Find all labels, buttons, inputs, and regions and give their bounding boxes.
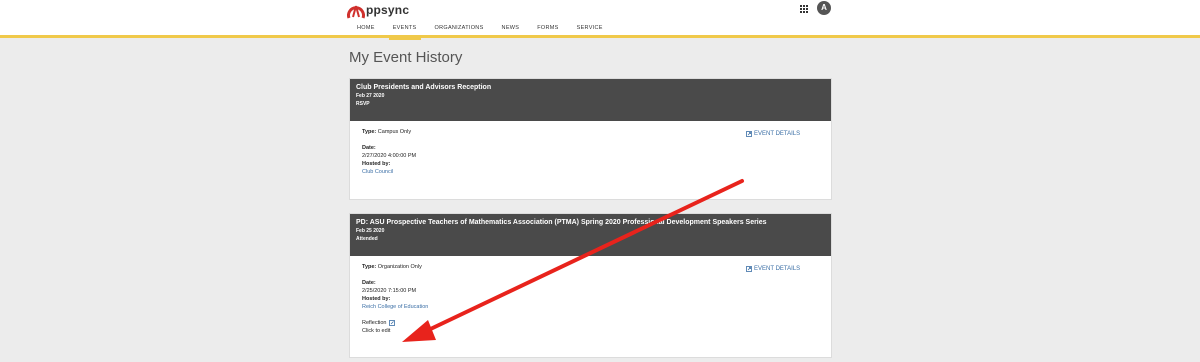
nav-news[interactable]: NEWS: [493, 21, 529, 35]
event-title[interactable]: PD: ASU Prospective Teachers of Mathemat…: [356, 218, 825, 227]
event-date-label: Date:: [362, 280, 376, 286]
reflection-edit-hint[interactable]: Click to edit: [362, 328, 819, 334]
app-logo[interactable]: ppsync: [347, 0, 409, 20]
event-type-value: Organization Only: [377, 264, 422, 270]
external-link-icon: [746, 131, 752, 137]
event-card-header: PD: ASU Prospective Teachers of Mathemat…: [350, 214, 831, 256]
user-avatar[interactable]: A: [817, 1, 831, 15]
event-host-link[interactable]: Club Council: [362, 169, 819, 175]
event-date-value: 2/25/2020 7:15:00 PM: [362, 288, 417, 294]
appsync-logo-icon: [347, 5, 365, 19]
event-card-body: Type: Organization Only Date: 2/25/2020 …: [350, 256, 831, 342]
event-details-label: EVENT DETAILS: [754, 266, 801, 272]
event-details-link[interactable]: EVENT DETAILS: [746, 131, 800, 137]
event-card-header: Club Presidents and Advisors Reception F…: [350, 79, 831, 121]
event-details-label: EVENT DETAILS: [754, 131, 801, 137]
event-date: Feb 27 2020: [356, 93, 385, 99]
edit-icon[interactable]: [389, 320, 396, 326]
event-card: PD: ASU Prospective Teachers of Mathemat…: [349, 213, 832, 358]
event-type-label: Type:: [362, 264, 377, 270]
top-bar: ppsync HOME EVENTS ORGANIZATIONS NEWS FO…: [0, 0, 1200, 40]
nav-organizations[interactable]: ORGANIZATIONS: [426, 21, 493, 35]
app-logo-text: ppsync: [366, 3, 410, 17]
reflection-field[interactable]: Reflection: [362, 320, 819, 326]
event-status: Attended: [356, 236, 378, 242]
event-date: Feb 25 2020: [356, 228, 385, 234]
event-hosted-label: Hosted by:: [362, 296, 391, 302]
main-nav: HOME EVENTS ORGANIZATIONS NEWS FORMS SER…: [349, 21, 612, 40]
apps-grid-icon[interactable]: [800, 5, 808, 13]
event-card: Club Presidents and Advisors Reception F…: [349, 78, 832, 200]
nav-forms[interactable]: FORMS: [528, 21, 567, 35]
event-hosted-label: Hosted by:: [362, 161, 391, 167]
event-date-value: 2/27/2020 4:00:00 PM: [362, 153, 417, 159]
event-type-value: Campus Only: [377, 129, 412, 135]
nav-events[interactable]: EVENTS: [384, 21, 426, 40]
event-status: RSVP: [356, 101, 370, 107]
external-link-icon: [746, 266, 752, 272]
event-title[interactable]: Club Presidents and Advisors Reception: [356, 83, 825, 92]
event-details-link[interactable]: EVENT DETAILS: [746, 266, 800, 272]
page-title: My Event History: [349, 49, 463, 66]
event-date-label: Date:: [362, 145, 376, 151]
nav-service[interactable]: SERVICE: [568, 21, 612, 35]
event-card-body: Type: Campus Only Date: 2/27/2020 4:00:0…: [350, 121, 831, 183]
nav-home[interactable]: HOME: [349, 21, 384, 35]
event-type-label: Type:: [362, 129, 377, 135]
reflection-label: Reflection: [362, 320, 387, 326]
